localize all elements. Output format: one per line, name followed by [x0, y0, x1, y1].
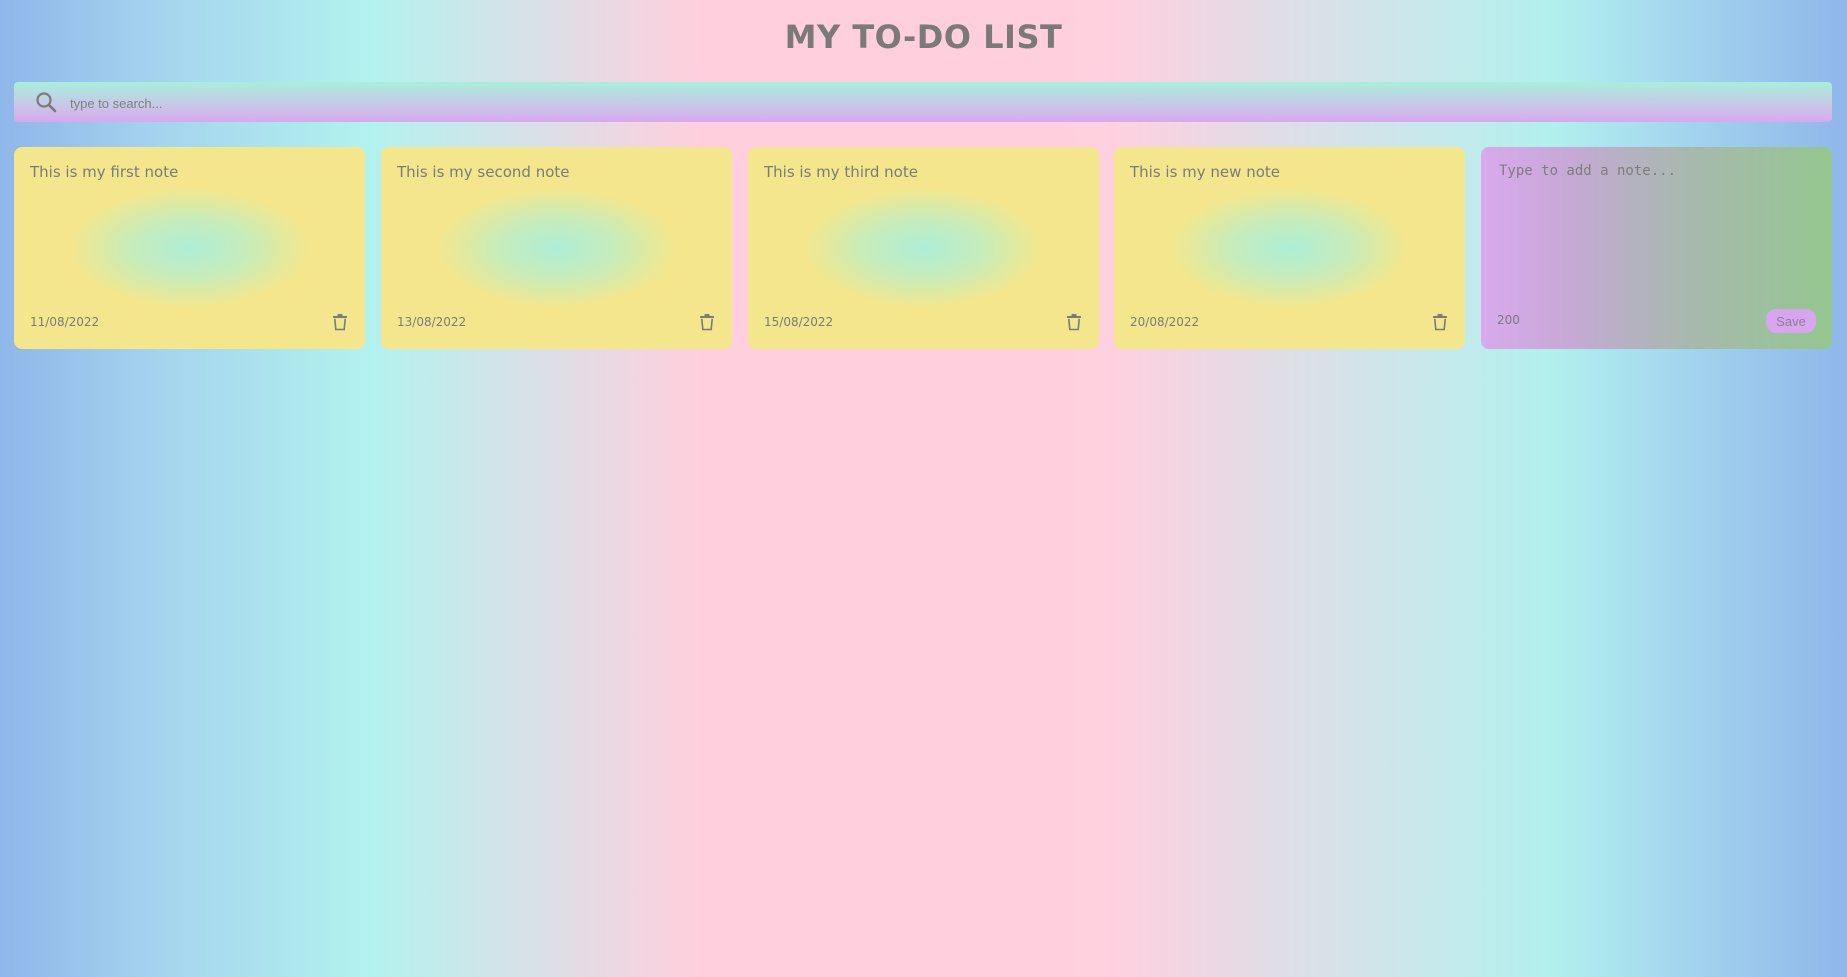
trash-icon[interactable] — [1065, 313, 1083, 331]
page-title: MY TO-DO LIST — [784, 18, 1063, 56]
app-root: MY TO-DO LIST This is my first note 11/0… — [0, 0, 1847, 977]
new-note-card: 200 Save — [1481, 147, 1832, 349]
note-date: 15/08/2022 — [764, 315, 834, 329]
note-card: This is my first note 11/08/2022 — [14, 147, 365, 349]
notes-list: This is my first note 11/08/2022 This is… — [14, 147, 1832, 349]
characters-remaining: 200 — [1497, 313, 1520, 327]
trash-icon[interactable] — [698, 313, 716, 331]
note-date: 20/08/2022 — [1130, 315, 1200, 329]
trash-icon[interactable] — [331, 313, 349, 331]
note-text: This is my first note — [30, 163, 179, 181]
new-note-input[interactable] — [1497, 161, 1819, 295]
note-text: This is my new note — [1130, 163, 1280, 181]
search-icon — [36, 92, 57, 113]
note-text: This is my second note — [397, 163, 570, 181]
trash-icon[interactable] — [1431, 313, 1449, 331]
search-input[interactable] — [68, 82, 1812, 124]
note-card: This is my third note 15/08/2022 — [748, 147, 1099, 349]
note-card: This is my new note 20/08/2022 — [1114, 147, 1465, 349]
note-card: This is my second note 13/08/2022 — [381, 147, 732, 349]
search-bar — [14, 82, 1832, 124]
note-date: 13/08/2022 — [397, 315, 467, 329]
save-button[interactable]: Save — [1766, 309, 1816, 333]
note-date: 11/08/2022 — [30, 315, 100, 329]
note-text: This is my third note — [764, 163, 918, 181]
